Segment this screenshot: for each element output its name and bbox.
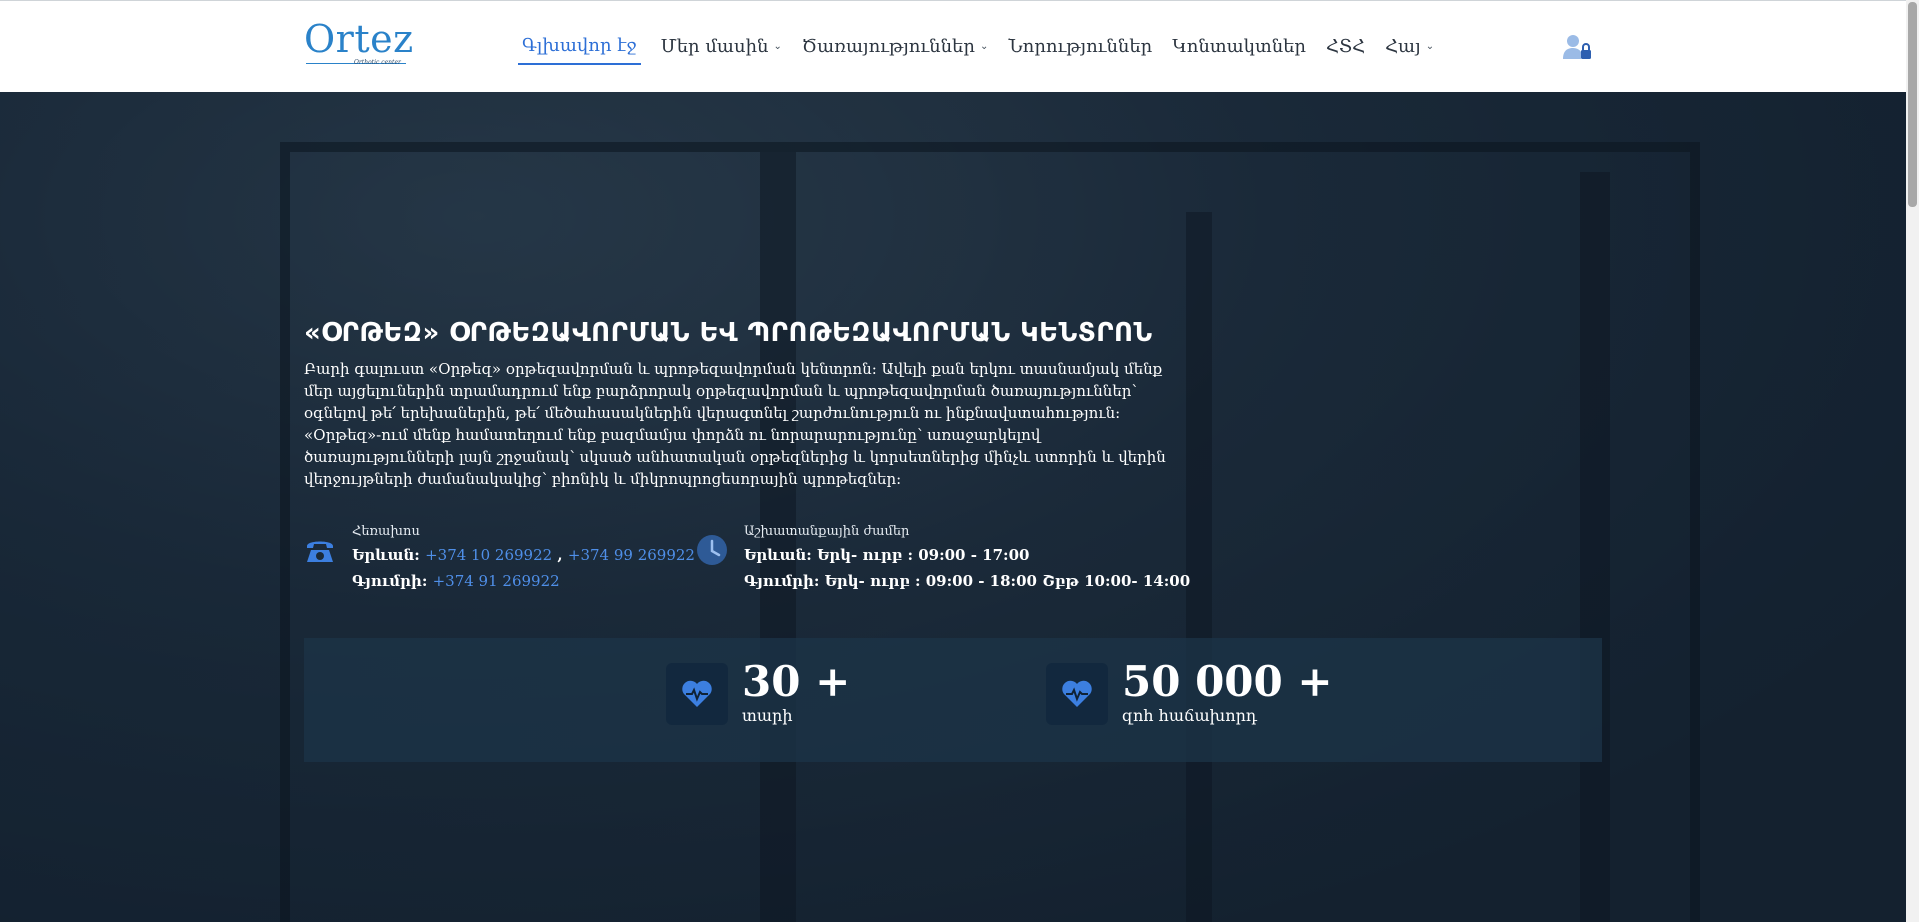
yerevan-phone-link-2[interactable]: +374 99 269922 — [568, 546, 695, 564]
stat-label: տարի — [742, 706, 793, 725]
chevron-down-icon: ⌄ — [979, 41, 989, 52]
language-selector[interactable]: Հայ ⌄ — [1385, 29, 1434, 65]
nav-item-news[interactable]: Նորություններ — [1008, 29, 1152, 65]
stat-label: զոհ հաճախորդ — [1122, 706, 1258, 725]
language-label: Հայ — [1385, 36, 1421, 57]
hours-gyumri: Գյումրի: Երկ- ուրբ : 09:00 - 18:00 Շբթ 1… — [744, 572, 1191, 590]
stat-number: 50 000 + — [1122, 657, 1333, 706]
hero-title: «ՕՐԹԵԶ» ՕՐԹԵԶԱՎՈՐՄԱՆ ԵՎ ՊՐՈԹԵԶԱՎՈՐՄԱՆ ԿԵ… — [304, 318, 1153, 348]
nav-item-contacts[interactable]: Կոնտակտներ — [1172, 29, 1306, 65]
nav-item-label: Գլխավոր էջ — [522, 35, 637, 56]
chevron-down-icon: ⌄ — [773, 41, 782, 52]
working-hours: Աշխատանքային ժամեր Երևան: Երկ- ուրբ : 09… — [696, 522, 1190, 594]
stats-panel: 30 + տարի 50 000 + զոհ հաճախորդ — [304, 638, 1602, 762]
page-scrollbar[interactable] — [1906, 0, 1919, 922]
phone-separator: , — [557, 546, 563, 564]
nav-item-about[interactable]: Մեր մասին ⌄ — [661, 29, 782, 65]
heart-pulse-icon — [666, 663, 728, 725]
hero-description: Բարի գալուստ «Օրթեզ» օրթեզավորման և պրոթ… — [304, 360, 1166, 488]
clock-icon — [696, 534, 728, 566]
nav-item-label: Մեր մասին — [660, 36, 769, 57]
nav-item-faq[interactable]: ՀՏՀ — [1326, 29, 1365, 65]
nav-item-services[interactable]: Ծառայություններ ⌄ — [802, 29, 988, 65]
heart-pulse-icon — [1046, 663, 1108, 725]
logo[interactable]: Ortez Orthotic center — [304, 17, 414, 71]
yerevan-label: Երևան: — [352, 546, 420, 564]
scrollbar-thumb[interactable] — [1908, 2, 1917, 207]
phone-contact: Հեռախոս Երևան: +374 10 269922 , +374 99 … — [304, 522, 695, 594]
gyumri-label: Գյումրի: — [352, 572, 428, 590]
user-lock-icon[interactable] — [1562, 33, 1594, 61]
gyumri-phone-link[interactable]: +374 91 269922 — [433, 572, 560, 590]
top-navbar: Ortez Orthotic center Գլխավոր էջ Մեր մաս… — [0, 0, 1906, 92]
nav-item-label: ՀՏՀ — [1326, 36, 1366, 57]
hero-section: «ՕՐԹԵԶ» ՕՐԹԵԶԱՎՈՐՄԱՆ ԵՎ ՊՐՈԹԵԶԱՎՈՐՄԱՆ ԿԵ… — [0, 92, 1906, 922]
hours-yerevan: Երևան: Երկ- ուրբ : 09:00 - 17:00 — [744, 546, 1030, 564]
nav-item-label: Կոնտակտներ — [1172, 36, 1307, 57]
nav-item-label: Ծառայություններ — [801, 36, 975, 57]
logo-subtext: Orthotic center — [354, 59, 401, 66]
stat-years: 30 + տարի — [666, 660, 850, 728]
hours-label: Աշխատանքային ժամեր — [744, 524, 910, 539]
nav-item-label: Նորություններ — [1008, 36, 1153, 57]
phone-label: Հեռախոս — [352, 524, 420, 539]
main-nav: Գլխավոր էջ Մեր մասին ⌄ Ծառայություններ ⌄… — [518, 29, 1454, 65]
stat-clients: 50 000 + զոհ հաճախորդ — [1046, 660, 1333, 728]
phone-icon — [304, 534, 336, 566]
logo-text: Ortez — [304, 17, 414, 61]
chevron-down-icon: ⌄ — [1425, 41, 1435, 52]
nav-item-home[interactable]: Գլխավոր էջ — [518, 29, 641, 65]
stat-number: 30 + — [742, 657, 851, 706]
yerevan-phone-link-1[interactable]: +374 10 269922 — [425, 546, 552, 564]
hero-overlay — [0, 92, 1906, 922]
